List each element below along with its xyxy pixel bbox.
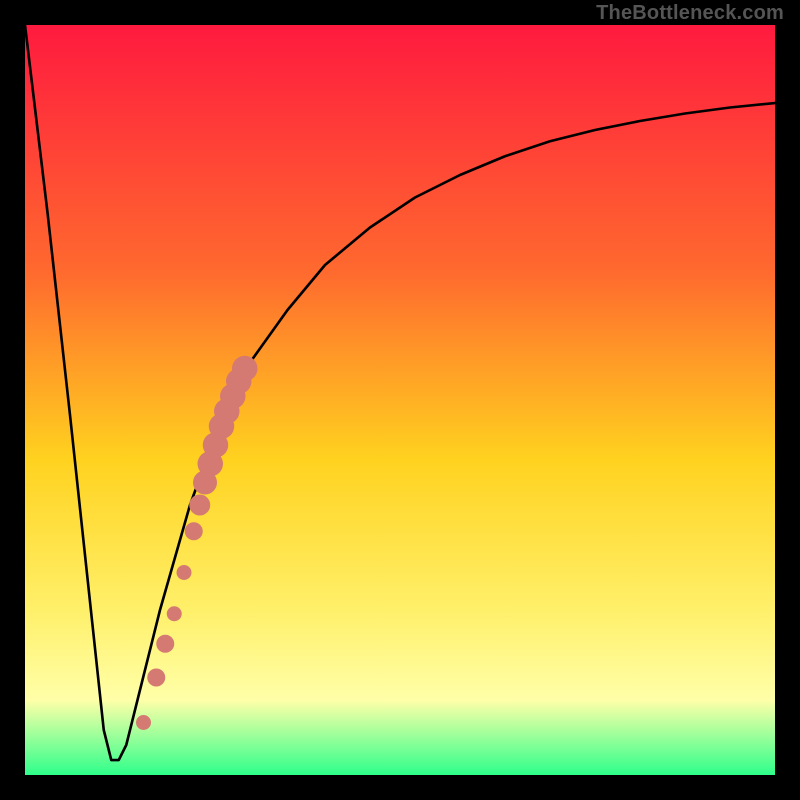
marker-dot [185, 522, 203, 540]
marker-dot [189, 495, 210, 516]
marker-dot [167, 606, 182, 621]
chart-svg [25, 25, 775, 775]
gradient-background [25, 25, 775, 775]
attribution-label: TheBottleneck.com [596, 2, 784, 25]
marker-dot [156, 635, 174, 653]
marker-dot [136, 715, 151, 730]
chart-stage: TheBottleneck.com [0, 0, 800, 800]
plot-area [25, 25, 775, 775]
marker-dot [177, 565, 192, 580]
marker-dot [232, 356, 258, 382]
marker-dot [147, 669, 165, 687]
